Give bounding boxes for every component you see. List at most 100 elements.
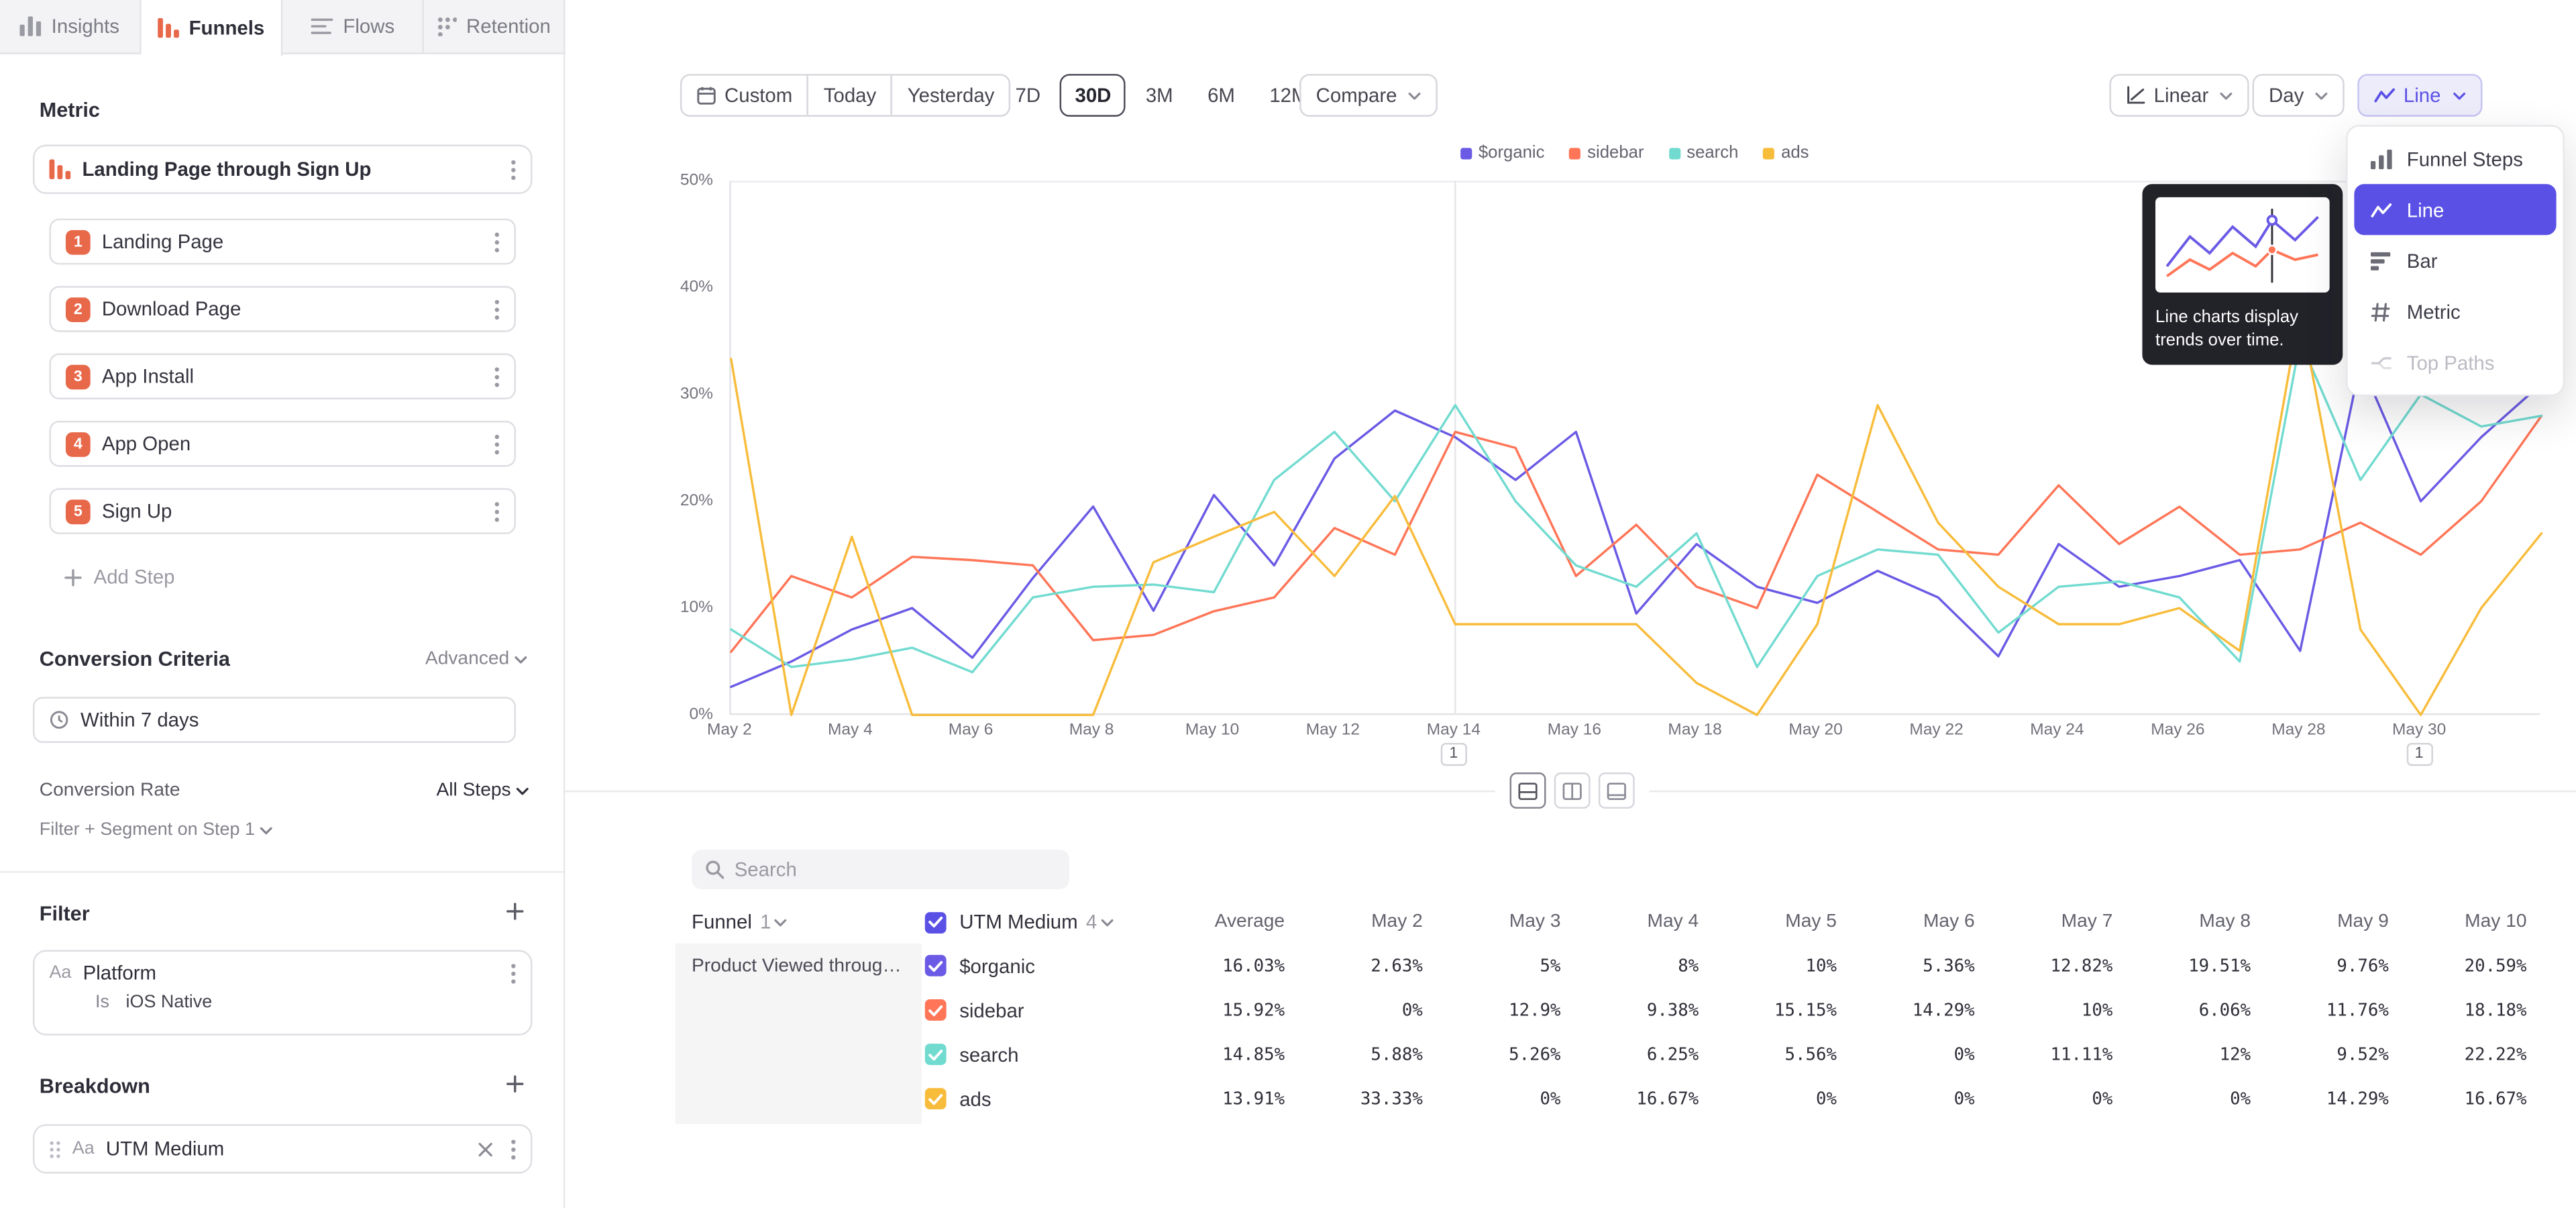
kebab-icon[interactable] <box>494 433 499 454</box>
row-checkbox[interactable] <box>925 1044 947 1065</box>
select-all-checkbox[interactable] <box>925 911 947 933</box>
series-cell[interactable]: ads <box>922 1087 1152 1110</box>
date-column-header[interactable]: May 7 <box>1991 912 2129 932</box>
row-checkbox[interactable] <box>925 999 947 1021</box>
cell-value: 5.56% <box>1715 1044 1854 1064</box>
close-icon[interactable] <box>478 1142 493 1156</box>
interval-day-button[interactable]: Day <box>2253 74 2345 117</box>
kebab-icon[interactable] <box>494 366 499 387</box>
funnel-step-app-open[interactable]: 4App Open <box>49 421 516 467</box>
filter-card-platform[interactable]: Aa Platform Is iOS Native <box>33 950 532 1036</box>
search-icon <box>705 860 724 879</box>
add-breakdown-button[interactable] <box>506 1075 524 1093</box>
legend-item-sidebar[interactable]: sidebar <box>1569 143 1644 162</box>
date-column-header[interactable]: May 5 <box>1715 912 1854 932</box>
cell-value: 5.36% <box>1853 956 1991 975</box>
kebab-icon[interactable] <box>511 158 516 180</box>
date-column-header[interactable]: May 10 <box>2405 912 2543 932</box>
annotation-badge[interactable]: 1 <box>1440 743 1466 766</box>
row-checkbox[interactable] <box>925 1088 947 1109</box>
kebab-icon[interactable] <box>494 298 499 319</box>
table-row-ads: ads13.91%33.33%0%16.67%0%0%0%0%14.29%16.… <box>922 1076 2543 1121</box>
linear-scale-button[interactable]: Linear <box>2109 74 2249 117</box>
funnel-step-app-install[interactable]: 3App Install <box>49 354 516 400</box>
kebab-icon[interactable] <box>511 1138 516 1160</box>
step-label: App Open <box>102 432 191 455</box>
date-column-header[interactable]: May 6 <box>1853 912 1991 932</box>
breakdown-column-header[interactable]: UTM Medium4 <box>922 911 1152 934</box>
series-cell[interactable]: $organic <box>922 954 1152 977</box>
cell-value: 16.67% <box>1577 1089 1715 1108</box>
date-column-header[interactable]: May 4 <box>1577 912 1715 932</box>
legend-item-organic[interactable]: $organic <box>1460 143 1545 162</box>
average-column-header[interactable]: Average <box>1152 912 1301 932</box>
breakdown-card-utm-medium[interactable]: Aa UTM Medium <box>33 1124 532 1173</box>
filter-operator[interactable]: Is <box>95 993 109 1012</box>
step-number-badge: 1 <box>66 230 91 254</box>
layout-toggle-split-horizontal[interactable] <box>1510 772 1546 809</box>
menu-item-funnel-steps[interactable]: Funnel Steps <box>2354 133 2556 184</box>
series-cell[interactable]: sidebar <box>922 999 1152 1021</box>
kebab-icon[interactable] <box>494 231 499 252</box>
layout-toggle-chart-only[interactable] <box>1599 772 1635 809</box>
menu-item-bar[interactable]: Bar <box>2354 235 2556 286</box>
menu-item-line[interactable]: Line <box>2354 184 2556 235</box>
range-3m[interactable]: 3M <box>1131 74 1188 117</box>
range-7d[interactable]: 7D <box>1000 74 1055 117</box>
filter-value[interactable]: iOS Native <box>126 993 213 1012</box>
compare-button[interactable]: Compare <box>1299 74 1438 117</box>
funnel-step-sign-up[interactable]: 5Sign Up <box>49 488 516 534</box>
cell-value: 0% <box>1853 1089 1991 1108</box>
drag-handle-icon[interactable] <box>49 1140 60 1158</box>
cell-value: 12.82% <box>1991 956 2129 975</box>
tab-insights[interactable]: Insights <box>0 0 142 52</box>
range-6m[interactable]: 6M <box>1193 74 1250 117</box>
x-tick-label: May 28 <box>2271 721 2325 740</box>
custom-date-button[interactable]: Custom <box>682 76 808 115</box>
y-tick-label: 10% <box>680 599 713 617</box>
conversion-window[interactable]: Within 7 days <box>33 697 516 743</box>
funnel-group-cell[interactable]: Product Viewed through P... <box>676 944 922 1124</box>
kebab-icon[interactable] <box>494 501 499 522</box>
menu-item-metric[interactable]: Metric <box>2354 286 2556 337</box>
add-filter-button[interactable] <box>506 902 524 920</box>
tab-retention[interactable]: Retention <box>424 0 566 52</box>
cell-value: 10% <box>1991 1000 2129 1019</box>
all-steps-dropdown[interactable]: All Steps <box>436 781 529 800</box>
yesterday-button[interactable]: Yesterday <box>893 76 1010 115</box>
date-preset-group: Custom Today Yesterday <box>680 74 1011 117</box>
x-tick-label: May 24 <box>2030 721 2084 740</box>
range-30d[interactable]: 30D <box>1060 74 1126 117</box>
row-checkbox[interactable] <box>925 955 947 976</box>
annotation-badge[interactable]: 1 <box>2406 743 2432 766</box>
tab-flows[interactable]: Flows <box>282 0 424 52</box>
filter-segment-dropdown[interactable]: Filter + Segment on Step 1 <box>40 820 273 840</box>
property-type-icon: Aa <box>49 963 71 983</box>
retention-icon <box>437 16 456 36</box>
chart-type-line-button[interactable]: Line <box>2357 74 2481 117</box>
insights-icon <box>20 16 42 36</box>
tab-funnels[interactable]: Funnels <box>142 0 283 56</box>
legend-item-search[interactable]: search <box>1668 143 1738 162</box>
funnel-column-header[interactable]: Funnel1 <box>676 911 922 934</box>
funnel-step-landing-page[interactable]: 1Landing Page <box>49 219 516 265</box>
advanced-dropdown[interactable]: Advanced <box>425 649 527 668</box>
add-step-button[interactable]: Add Step <box>49 556 516 599</box>
average-value: 15.92% <box>1152 1000 1301 1019</box>
search-input[interactable] <box>735 858 1057 880</box>
cell-value: 14.29% <box>2267 1089 2406 1108</box>
conversion-criteria-label: Conversion Criteria <box>40 648 230 670</box>
legend-item-ads[interactable]: ads <box>1763 143 1809 162</box>
cell-value: 20.59% <box>2405 956 2543 975</box>
funnel-card-header[interactable]: Landing Page through Sign Up <box>33 145 532 194</box>
date-column-header[interactable]: May 2 <box>1301 912 1440 932</box>
today-button[interactable]: Today <box>809 76 893 115</box>
cell-value: 10% <box>1715 956 1854 975</box>
layout-toggle-split-vertical[interactable] <box>1554 772 1591 809</box>
funnel-step-download-page[interactable]: 2Download Page <box>49 286 516 332</box>
date-column-header[interactable]: May 9 <box>2267 912 2406 932</box>
kebab-icon[interactable] <box>511 962 516 984</box>
date-column-header[interactable]: May 8 <box>2129 912 2267 932</box>
date-column-header[interactable]: May 3 <box>1439 912 1577 932</box>
series-cell[interactable]: search <box>922 1043 1152 1066</box>
